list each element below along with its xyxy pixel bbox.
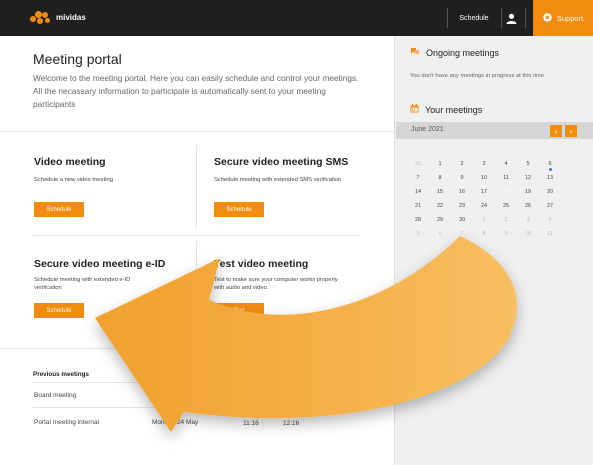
card-title-test-meeting: Test video meeting xyxy=(214,258,309,270)
calendar-day[interactable]: 18 xyxy=(498,185,514,198)
schedule-secure-sms-button[interactable]: Schedule xyxy=(214,202,264,217)
calendar-day[interactable]: 2 xyxy=(498,214,514,226)
logo-text: mividas xyxy=(56,13,86,22)
divider xyxy=(0,348,394,349)
calendar-day[interactable]: 5 xyxy=(520,158,536,170)
schedule-secure-eid-button[interactable]: Schedule xyxy=(34,303,84,318)
portal-intro-text: Welcome to the meeting portal. Here you … xyxy=(33,73,359,109)
card-desc-secure-sms: Schedule meeting with extended SMS verif… xyxy=(214,177,342,183)
user-icon[interactable] xyxy=(502,9,520,27)
chat-icon xyxy=(410,47,420,58)
logo-icon xyxy=(30,10,52,25)
divider xyxy=(33,407,360,408)
calendar-day[interactable]: 30 xyxy=(454,214,470,226)
calendar-day[interactable]: 21 xyxy=(410,200,426,212)
calendar-day[interactable]: 19 xyxy=(520,186,536,198)
nav-schedule-link[interactable]: Schedule xyxy=(448,0,500,36)
calendar-day[interactable]: 7 xyxy=(454,228,470,240)
calendar-day[interactable]: 26 xyxy=(520,200,536,212)
month-bar: June 2021 ‹ › xyxy=(396,122,593,139)
calendar-day[interactable]: 6 xyxy=(432,228,448,240)
nav-divider xyxy=(525,8,526,28)
card-title-secure-eid: Secure video meeting e-ID xyxy=(34,258,166,270)
card-desc-video-meeting: Schedule a new video meeting xyxy=(34,177,113,183)
calendar-day[interactable]: 22 xyxy=(432,200,448,212)
calendar-day[interactable]: 24 xyxy=(476,200,492,212)
divider xyxy=(33,235,360,236)
card-desc-secure-eid: Schedule meeting with extended e-ID veri… xyxy=(34,277,131,291)
calendar-day[interactable]: 9 xyxy=(498,228,514,240)
ongoing-meetings-note: You don't have any meetings in progress … xyxy=(410,73,544,79)
month-label: June 2021 xyxy=(411,126,444,133)
calendar-day[interactable]: 10 xyxy=(520,228,536,240)
page-title: Meeting portal xyxy=(33,51,122,67)
main-panel: Meeting portal Welcome to the meeting po… xyxy=(0,36,394,465)
card-desc-test-meeting: Test to make sure your computer works pr… xyxy=(214,277,338,291)
calendar-day[interactable]: 11 xyxy=(542,228,558,240)
calendar-day[interactable]: 6 xyxy=(542,158,558,171)
support-icon xyxy=(543,12,552,24)
calendar-day[interactable]: 12 xyxy=(520,172,536,184)
calendar-day[interactable]: 2 xyxy=(454,158,470,170)
card-title-secure-sms: Secure video meeting SMS xyxy=(214,156,349,168)
calendar-day[interactable]: 17 xyxy=(476,186,492,198)
calendar-icon xyxy=(410,104,419,115)
divider xyxy=(33,382,360,383)
calendar-day[interactable]: 7 xyxy=(410,172,426,184)
schedule-video-meeting-button[interactable]: Schedule xyxy=(34,202,84,217)
meeting-start: 11:16 xyxy=(243,420,259,427)
calendar-day[interactable]: 1 xyxy=(432,158,448,170)
calendar-day[interactable]: 8 xyxy=(476,228,492,240)
support-button[interactable]: Support xyxy=(533,0,593,36)
your-meetings-label: Your meetings xyxy=(425,104,483,115)
meeting-end: 12:16 xyxy=(283,420,300,427)
ongoing-meetings-heading: Ongoing meetings xyxy=(410,47,499,58)
calendar-day[interactable]: 16 xyxy=(454,186,470,198)
event-dot xyxy=(548,168,552,171)
calendar-day[interactable]: 1 xyxy=(476,214,492,226)
calendar-day[interactable]: 9 xyxy=(454,172,470,184)
divider xyxy=(0,131,394,132)
calendar-day[interactable]: 5 xyxy=(410,228,426,240)
calendar-day[interactable]: 10 xyxy=(476,172,492,184)
calendar-day[interactable]: 11 xyxy=(498,172,514,184)
support-label: Support xyxy=(556,13,584,23)
ongoing-meetings-label: Ongoing meetings xyxy=(426,47,500,58)
previous-meetings-heading: Previous meetings xyxy=(33,371,89,378)
divider xyxy=(196,241,197,326)
calendar-day[interactable]: 23 xyxy=(454,200,470,212)
calendar-day[interactable]: 3 xyxy=(520,214,536,226)
meeting-date: Monday 24 May xyxy=(152,419,199,426)
meeting-name[interactable]: Board meeting xyxy=(34,392,76,399)
next-month-button[interactable]: › xyxy=(565,125,577,137)
sidebar: Ongoing meetings You don't have any meet… xyxy=(394,36,593,465)
your-meetings-heading: Your meetings xyxy=(410,104,482,115)
close-icon[interactable]: × xyxy=(338,380,359,393)
meeting-name[interactable]: Portal meeting internal xyxy=(34,419,99,426)
logo[interactable]: mividas xyxy=(30,10,86,25)
calendar-day[interactable]: 25 xyxy=(498,200,514,212)
calendar-day[interactable]: 31 xyxy=(410,158,426,170)
calendar-day[interactable]: 3 xyxy=(476,158,492,170)
calendar-day[interactable]: 28 xyxy=(410,214,426,226)
divider xyxy=(196,145,197,229)
card-title-video-meeting: Video meeting xyxy=(34,156,106,168)
calendar-day[interactable]: 13 xyxy=(542,172,558,184)
calendar-day[interactable]: 14 xyxy=(410,186,426,198)
prev-month-button[interactable]: ‹ xyxy=(550,125,562,137)
meeting-date: Sunday 3 May xyxy=(152,392,194,399)
meeting-start: 20:13 xyxy=(243,392,260,399)
calendar-day[interactable]: 4 xyxy=(498,158,514,170)
calendar-day[interactable]: 29 xyxy=(432,214,448,226)
calendar-day[interactable]: 15 xyxy=(432,186,448,198)
calendar-day[interactable]: 8 xyxy=(432,172,448,184)
calendar-day[interactable]: 4 xyxy=(542,214,558,226)
calendar-day[interactable]: 27 xyxy=(542,200,558,212)
test-meeting-button[interactable]: Test xyxy=(214,303,264,318)
top-bar: mividas Schedule Support xyxy=(0,0,593,36)
calendar-day[interactable]: 20 xyxy=(542,186,558,198)
